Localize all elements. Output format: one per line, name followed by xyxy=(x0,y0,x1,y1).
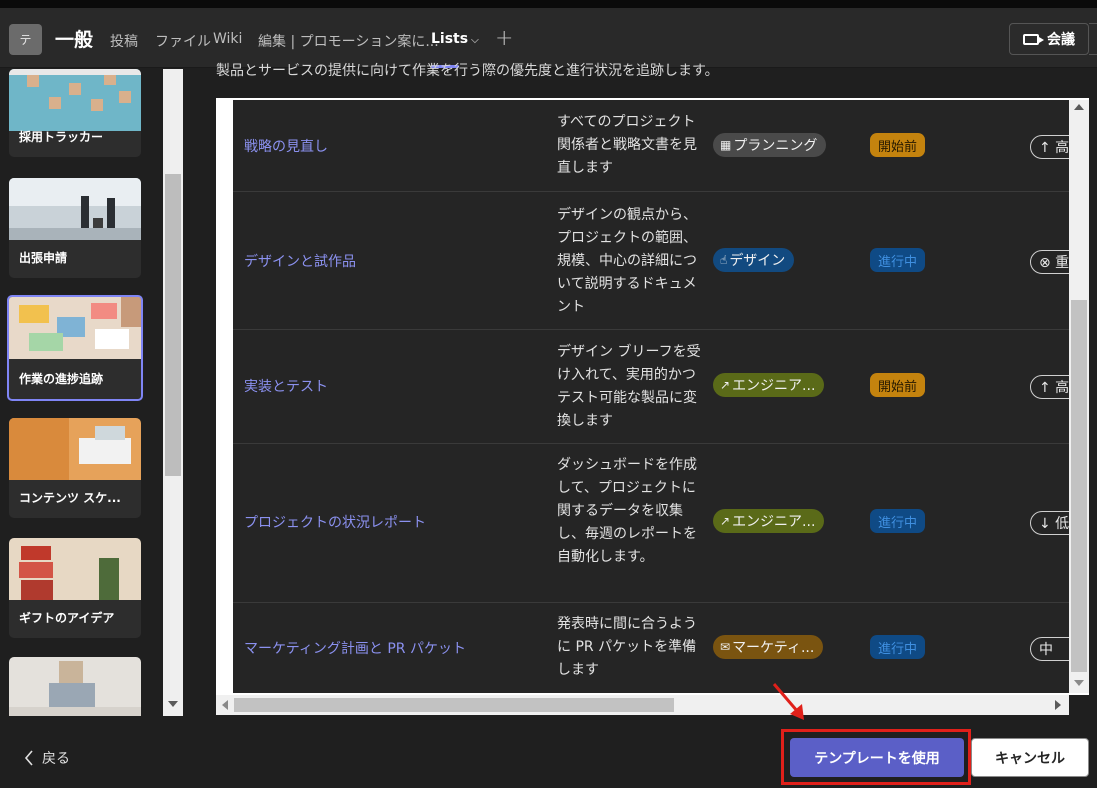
add-tab-icon[interactable]: + xyxy=(495,26,513,51)
template-description: 製品とサービスの提供に向けて作業を行う際の優先度と進行状況を追跡します。 xyxy=(216,63,719,79)
channel-name: 一般 xyxy=(55,29,94,51)
row-title: プロジェクトの状況レポート xyxy=(244,515,426,531)
category-tag: ↗ エンジニア... xyxy=(713,509,825,533)
status-badge: 開始前 xyxy=(870,133,926,157)
table-vertical-scroll-thumb[interactable] xyxy=(1071,300,1087,672)
status-badge: 進行中 xyxy=(870,509,926,533)
tab-posts[interactable]: 投稿 xyxy=(110,31,138,51)
template-label: 作業の進捗追跡 xyxy=(19,372,104,386)
template-image-travel xyxy=(9,178,141,240)
table-row: 実装とテスト デザイン ブリーフを受け入れて、実用的かつテスト可能な製品に変換し… xyxy=(233,330,1069,444)
template-label: コンテンツ スケ... xyxy=(19,491,121,505)
row-description: デザイン ブリーフを受け入れて、実用的かつテスト可能な製品に変換します xyxy=(557,344,701,429)
thumbs-up-icon: ☝ xyxy=(720,253,728,267)
scroll-left-arrow-icon[interactable] xyxy=(222,700,228,710)
priority-badge: ↑ 高 xyxy=(1030,375,1069,399)
category-tag: ✉ マーケティ... xyxy=(713,635,824,659)
scroll-down-arrow-icon[interactable] xyxy=(1074,680,1084,686)
preview-table: 戦略の見直し すべてのプロジェクト関係者と戦略文書を見直します ▦ プランニング … xyxy=(233,100,1069,693)
trend-icon: ↗ xyxy=(720,378,731,392)
template-card-partial[interactable] xyxy=(9,657,141,716)
row-description: ダッシュボードを作成して、プロジェクトに関するデータを収集し、毎週のレポートを自… xyxy=(557,457,697,565)
template-card-gift-ideas[interactable]: ギフトのアイデア xyxy=(9,538,141,638)
category-label: デザイン xyxy=(729,253,786,269)
tab-lists[interactable]: Lists ⌵ xyxy=(431,31,479,47)
priority-badge: ↑ 高 xyxy=(1030,135,1069,159)
row-description: 発表時に間に合うように PR パケットを準備します xyxy=(557,616,697,678)
row-description: すべてのプロジェクト関係者と戦略文書を見直します xyxy=(557,114,697,176)
category-tag: ☝ デザイン xyxy=(713,248,795,272)
cancel-button[interactable]: キャンセル xyxy=(971,738,1089,777)
priority-badge: ⊗ 重 xyxy=(1030,250,1069,274)
meet-label: 会議 xyxy=(1047,32,1075,48)
sidebar-scroll-thumb[interactable] xyxy=(165,174,181,476)
category-label: エンジニア... xyxy=(732,378,816,394)
row-description: デザインの観点から、プロジェクトの範囲、規模、中心の詳細について説明するドキュメ… xyxy=(557,207,697,315)
table-row: マーケティング計画と PR パケット 発表時に間に合うように PR パケットを準… xyxy=(233,603,1069,693)
mail-icon: ✉ xyxy=(720,640,731,654)
table-row: 戦略の見直し すべてのプロジェクト関係者と戦略文書を見直します ▦ プランニング … xyxy=(233,100,1069,192)
category-label: エンジニア... xyxy=(732,514,816,530)
top-strip xyxy=(0,0,1097,8)
scroll-up-arrow-icon[interactable] xyxy=(1074,104,1084,110)
tab-edit-promotion[interactable]: 編集 | プロモーション案に... xyxy=(258,31,439,51)
template-card-recruiting[interactable]: 採用トラッカー xyxy=(9,69,141,157)
meet-button[interactable]: 会議 xyxy=(1009,23,1089,55)
calendar-icon: ▦ xyxy=(720,138,732,152)
row-title: マーケティング計画と PR パケット xyxy=(244,641,466,657)
template-image-gifts xyxy=(9,538,141,600)
category-label: マーケティ... xyxy=(732,640,815,656)
scroll-right-arrow-icon[interactable] xyxy=(1055,700,1061,710)
template-label: 出張申請 xyxy=(19,251,68,265)
template-card-content-schedule[interactable]: コンテンツ スケ... xyxy=(9,418,141,518)
status-badge: 開始前 xyxy=(870,373,926,397)
tab-lists-label: Lists xyxy=(431,31,469,47)
template-image-content xyxy=(9,418,141,480)
tab-wiki[interactable]: Wiki xyxy=(213,31,242,47)
priority-badge: ↓ 低 xyxy=(1030,511,1069,535)
use-template-button[interactable]: テンプレートを使用 xyxy=(790,738,964,777)
priority-badge: 中 xyxy=(1030,637,1069,661)
channel-header: テ 一般 投稿 ファイル Wiki 編集 | プロモーション案に... List… xyxy=(0,8,1097,68)
chevron-down-icon: ⌵ xyxy=(471,35,479,46)
chevron-left-icon xyxy=(24,750,33,766)
back-label: 戻る xyxy=(42,751,70,767)
status-badge: 進行中 xyxy=(870,635,926,659)
back-button[interactable]: 戻る xyxy=(24,748,70,768)
meet-dropdown-button[interactable] xyxy=(1089,23,1097,55)
dialog-footer: 戻る テンプレートを使用 キャンセル xyxy=(0,716,1097,788)
tab-files[interactable]: ファイル xyxy=(155,31,211,51)
row-title: 実装とテスト xyxy=(244,379,328,395)
template-card-travel[interactable]: 出張申請 xyxy=(9,178,141,278)
table-horizontal-scroll-thumb[interactable] xyxy=(234,698,674,712)
category-tag: ↗ エンジニア... xyxy=(713,373,825,397)
table-row: プロジェクトの状況レポート ダッシュボードを作成して、プロジェクトに関するデータ… xyxy=(233,444,1069,603)
template-sidebar: 採用トラッカー 出張申請 作業の進捗追跡 コンテンツ スケ... ギフトのアイデ… xyxy=(0,69,184,716)
red-arrow-annotation-icon xyxy=(772,683,804,720)
team-avatar[interactable]: テ xyxy=(9,24,42,55)
template-label: 採用トラッカー xyxy=(19,130,104,144)
video-camera-icon xyxy=(1023,33,1044,45)
category-label: プランニング xyxy=(733,138,818,154)
template-image-partial xyxy=(9,657,141,716)
row-title: 戦略の見直し xyxy=(244,139,328,155)
scroll-down-arrow-icon[interactable] xyxy=(168,701,178,707)
template-image-progress xyxy=(9,297,141,359)
status-badge: 進行中 xyxy=(870,248,926,272)
category-tag: ▦ プランニング xyxy=(713,133,827,157)
trend-icon: ↗ xyxy=(720,514,731,528)
row-title: デザインと試作品 xyxy=(244,254,356,270)
template-card-progress-tracker[interactable]: 作業の進捗追跡 xyxy=(7,295,143,401)
table-row: デザインと試作品 デザインの観点から、プロジェクトの範囲、規模、中心の詳細につい… xyxy=(233,192,1069,330)
template-label: ギフトのアイデア xyxy=(19,611,115,625)
template-image-recruiting xyxy=(9,69,141,131)
